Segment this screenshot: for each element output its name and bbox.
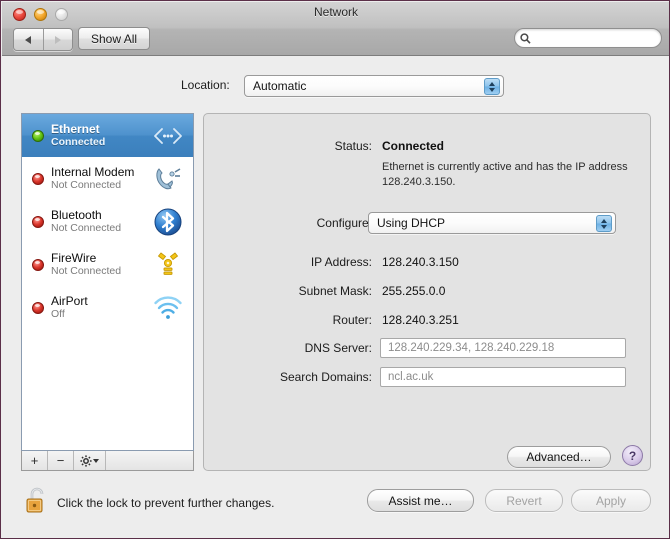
service-state: Not Connected bbox=[51, 265, 151, 277]
status-led-red bbox=[32, 173, 44, 185]
status-led-green bbox=[32, 130, 44, 142]
configure-stepper-icon[interactable] bbox=[596, 215, 612, 232]
search-domains-field[interactable] bbox=[380, 367, 626, 387]
service-detail-pane: Status: Connected Ethernet is currently … bbox=[203, 113, 651, 471]
search-input[interactable] bbox=[534, 31, 656, 45]
configure-value: Using DHCP bbox=[377, 216, 445, 230]
revert-button: Revert bbox=[485, 489, 563, 512]
back-arrow-icon bbox=[25, 36, 31, 44]
configure-label: Configure: bbox=[204, 216, 372, 230]
service-name: AirPort bbox=[51, 294, 151, 308]
apply-button: Apply bbox=[571, 489, 651, 512]
status-value: Connected bbox=[382, 139, 444, 153]
lock-hint-text: Click the lock to prevent further change… bbox=[57, 496, 274, 510]
dns-server-label: DNS Server: bbox=[204, 341, 372, 355]
status-led-red bbox=[32, 302, 44, 314]
assist-me-label: Assist me… bbox=[388, 494, 452, 508]
zoom-button bbox=[55, 8, 68, 21]
open-padlock-icon[interactable] bbox=[25, 486, 51, 516]
assist-me-button[interactable]: Assist me… bbox=[367, 489, 474, 512]
remove-service-button[interactable]: − bbox=[48, 451, 74, 470]
service-name: Ethernet bbox=[51, 122, 151, 136]
service-state: Connected bbox=[51, 136, 151, 148]
service-state: Off bbox=[51, 308, 151, 320]
service-row-ethernet[interactable]: Ethernet Connected bbox=[22, 114, 193, 157]
location-popup-button[interactable]: Automatic bbox=[244, 75, 504, 97]
status-note: Ethernet is currently active and has the… bbox=[382, 160, 632, 190]
navigation-segmented-control bbox=[13, 28, 73, 51]
service-row-airport[interactable]: AirPort Off bbox=[22, 286, 193, 329]
network-preferences-window: Network Show All Location: Automatic bbox=[0, 0, 670, 539]
bluetooth-icon bbox=[151, 205, 185, 239]
service-state: Not Connected bbox=[51, 222, 151, 234]
location-stepper-icon[interactable] bbox=[484, 78, 500, 95]
status-label: Status: bbox=[204, 139, 372, 153]
revert-label: Revert bbox=[506, 494, 541, 508]
dns-server-input[interactable] bbox=[386, 341, 620, 355]
service-row-firewire[interactable]: FireWire Not Connected bbox=[22, 243, 193, 286]
close-button[interactable] bbox=[13, 8, 26, 21]
advanced-button[interactable]: Advanced… bbox=[507, 446, 611, 468]
subnet-mask-value: 255.255.0.0 bbox=[382, 284, 445, 298]
minimize-button[interactable] bbox=[34, 8, 47, 21]
status-row: Status: Connected bbox=[204, 136, 652, 158]
advanced-label: Advanced… bbox=[526, 450, 591, 464]
show-all-button[interactable]: Show All bbox=[78, 27, 150, 50]
router-label: Router: bbox=[204, 313, 372, 327]
service-name: Internal Modem bbox=[51, 165, 151, 179]
gear-icon bbox=[80, 455, 92, 467]
firewire-icon bbox=[151, 248, 185, 282]
window-title: Network bbox=[2, 5, 670, 19]
service-row-internal-modem[interactable]: Internal Modem Not Connected bbox=[22, 157, 193, 200]
window-titlebar: Network Show All bbox=[2, 2, 670, 56]
location-label: Location: bbox=[181, 78, 230, 92]
status-led-red bbox=[32, 259, 44, 271]
ip-address-value: 128.240.3.150 bbox=[382, 255, 459, 269]
service-state: Not Connected bbox=[51, 179, 151, 191]
ip-address-row: IP Address: 128.240.3.150 bbox=[204, 252, 652, 274]
ethernet-icon bbox=[151, 119, 185, 153]
airport-wifi-icon bbox=[151, 291, 185, 325]
search-icon bbox=[520, 33, 531, 44]
service-list-toolbar: + − bbox=[21, 451, 194, 471]
chevron-down-icon bbox=[93, 459, 99, 463]
configure-popup-button[interactable]: Using DHCP bbox=[368, 212, 616, 234]
router-row: Router: 128.240.3.251 bbox=[204, 310, 652, 332]
forward-arrow-icon bbox=[55, 36, 61, 44]
router-value: 128.240.3.251 bbox=[382, 313, 459, 327]
toolbar-filler bbox=[106, 451, 193, 470]
modem-phone-icon bbox=[151, 162, 185, 196]
network-services-list[interactable]: Ethernet Connected Internal Modem Not Co… bbox=[21, 113, 194, 451]
search-domains-label: Search Domains: bbox=[204, 370, 372, 384]
service-name: Bluetooth bbox=[51, 208, 151, 222]
location-value: Automatic bbox=[253, 79, 306, 93]
help-label: ? bbox=[629, 449, 636, 463]
search-domains-input[interactable] bbox=[386, 370, 620, 384]
back-button[interactable] bbox=[14, 29, 43, 50]
service-action-menu-button[interactable] bbox=[74, 451, 106, 470]
service-row-bluetooth[interactable]: Bluetooth Not Connected bbox=[22, 200, 193, 243]
apply-label: Apply bbox=[596, 494, 626, 508]
subnet-mask-label: Subnet Mask: bbox=[204, 284, 372, 298]
service-name: FireWire bbox=[51, 251, 151, 265]
subnet-mask-row: Subnet Mask: 255.255.0.0 bbox=[204, 281, 652, 303]
help-button[interactable]: ? bbox=[622, 445, 643, 466]
search-field[interactable] bbox=[514, 28, 662, 48]
forward-button bbox=[43, 29, 73, 50]
dns-server-field[interactable] bbox=[380, 338, 626, 358]
status-led-red bbox=[32, 216, 44, 228]
show-all-label: Show All bbox=[91, 32, 137, 46]
ip-address-label: IP Address: bbox=[204, 255, 372, 269]
add-service-button[interactable]: + bbox=[22, 451, 48, 470]
